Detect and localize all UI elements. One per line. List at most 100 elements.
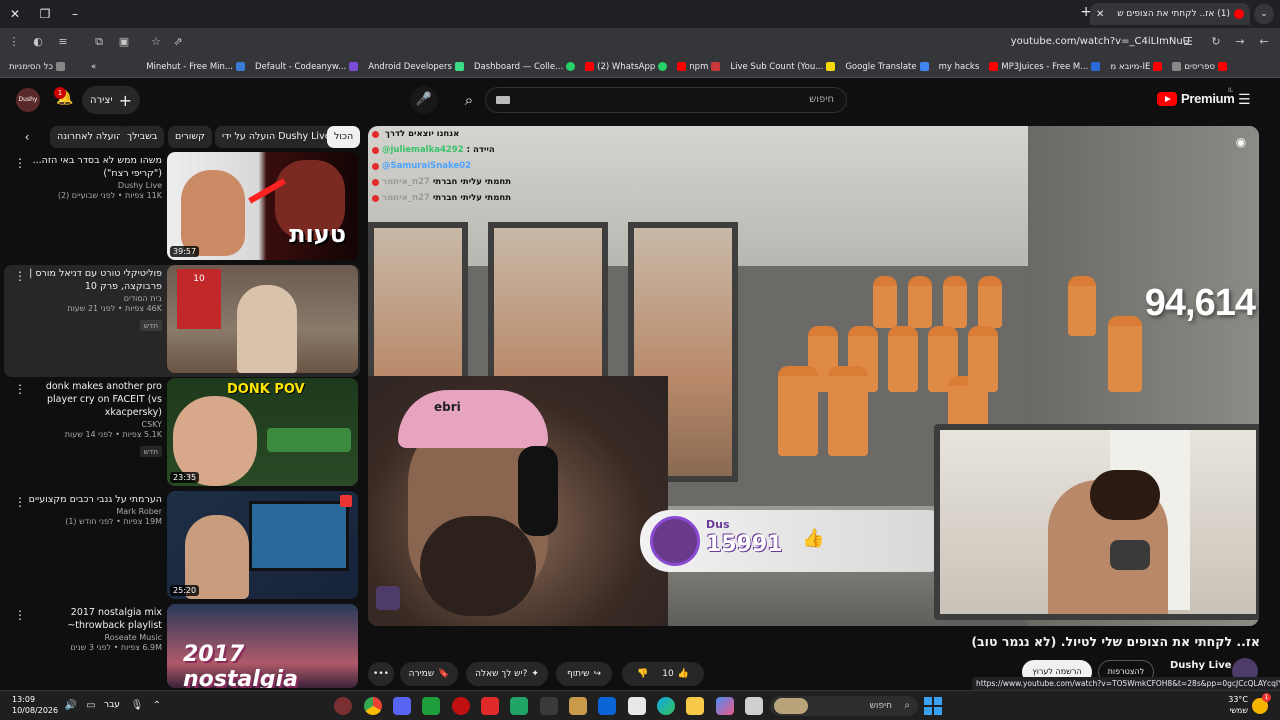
app-game-icon[interactable] <box>452 697 470 715</box>
more-actions-button[interactable]: ••• <box>368 662 394 686</box>
list-item[interactable]: ⋮ משהו ממש לא בסדר באי הזה... ("קריפי רצ… <box>4 152 360 264</box>
app-box-icon[interactable] <box>569 697 587 715</box>
list-item[interactable]: ⋮ פוליטיקלי טורט עם דניאל מורס | פרבוקצה… <box>4 265 360 377</box>
chip-all[interactable]: הכול <box>327 126 361 148</box>
media-controls-icon[interactable]: ≡ <box>55 34 71 50</box>
taskbar-search[interactable]: חיפוש ⌕ <box>770 696 918 716</box>
weather-widget[interactable]: 33°C שמשי <box>1222 694 1248 716</box>
window-restore-icon[interactable]: ❐ <box>36 5 54 23</box>
channel-name[interactable]: בית הסודים <box>26 294 162 303</box>
clock[interactable]: 13:09 10/08/2026 <box>12 694 58 716</box>
app-copilot-icon[interactable] <box>716 697 734 715</box>
chip-scroll-left-icon[interactable]: ‹ <box>18 128 36 146</box>
channel-name-main[interactable]: Dushy Live <box>1170 660 1232 671</box>
bookmark-item[interactable]: מיובא מ-IE <box>1105 62 1167 72</box>
forward-icon[interactable]: → <box>1232 34 1248 50</box>
app-store-icon[interactable] <box>628 697 646 715</box>
video-thumbnail[interactable]: 2017 nostalgia <box>167 604 358 688</box>
extension-badge-icon[interactable]: ▣ <box>116 34 132 50</box>
input-language[interactable]: עבר <box>104 700 120 710</box>
chip-recent[interactable]: הועלה לאחרונה <box>50 126 130 148</box>
more-actions-icon[interactable]: ⋮ <box>14 269 26 283</box>
video-thumbnail[interactable]: DONK POV 23:35 <box>167 378 358 486</box>
channel-name[interactable]: CSKY <box>26 420 162 429</box>
more-actions-icon[interactable]: ⋮ <box>14 495 26 509</box>
address-bar[interactable]: youtube.com/watch?v=_C4iLImNuU <box>970 32 1190 52</box>
microphone-tray-icon[interactable]: 🎙 <box>130 699 144 713</box>
search-icon[interactable]: ⌕ <box>455 86 483 114</box>
bookmark-item[interactable]: my hacks <box>934 62 985 72</box>
app-excel-icon[interactable] <box>510 697 528 715</box>
bookmark-item[interactable]: Android Developers <box>363 62 469 72</box>
channel-name[interactable]: Roseate Music <box>26 633 162 642</box>
voice-search-icon[interactable]: 🎤 <box>410 86 438 114</box>
bookmark-item[interactable]: (2) WhatsApp <box>580 62 672 72</box>
like-icon[interactable]: 👍 <box>678 669 689 679</box>
list-item[interactable]: ⋮ הערמתי על גנבי רכבים מקצועיים Mark Rob… <box>4 491 360 603</box>
browser-tab-active[interactable]: (1) אז.. לקחתי את הצופים ש ✕ <box>1090 3 1250 25</box>
network-icon[interactable]: ▭ <box>84 699 98 713</box>
chip-related[interactable]: קשורים <box>168 126 212 148</box>
video-title[interactable]: 2017 nostalgia mix ~throwback playlist <box>26 606 162 632</box>
browser-menu-icon[interactable]: ⋮ <box>6 34 22 50</box>
channel-watermark-icon[interactable] <box>376 586 400 610</box>
app-outlook-icon[interactable] <box>598 697 616 715</box>
tab-search-icon[interactable]: ⌄ <box>1254 4 1274 24</box>
app-riot-icon[interactable] <box>481 697 499 715</box>
bookmark-item[interactable]: Google Translate <box>840 62 933 72</box>
list-item[interactable]: ⋮ 2017 nostalgia mix ~throwback playlist… <box>4 604 360 688</box>
bookmark-item[interactable]: Live Sub Count (You... <box>725 62 840 72</box>
youtube-premium-logo[interactable]: Premium <box>1157 91 1235 106</box>
guide-menu-icon[interactable]: ☰ <box>1238 92 1254 108</box>
list-item[interactable]: ⋮ donk makes another pro player cry on F… <box>4 378 360 490</box>
more-actions-icon[interactable]: ⋮ <box>14 156 26 170</box>
app-snipping-icon[interactable] <box>745 697 763 715</box>
ask-button[interactable]: יש לך שאלה? ✦ <box>466 662 548 686</box>
tray-overflow-icon[interactable]: ⌃ <box>150 699 164 713</box>
reload-icon[interactable]: ↻ <box>1208 34 1224 50</box>
channel-name[interactable]: Dushy Live <box>26 181 162 190</box>
extensions-icon[interactable]: ⧉ <box>91 34 107 50</box>
create-button[interactable]: יצירה + <box>82 86 140 114</box>
bookmark-item[interactable]: Dashboard — Colle... <box>469 62 580 72</box>
video-title[interactable]: משהו ממש לא בסדר באי הזה... ("קריפי רצח"… <box>26 154 162 180</box>
keyboard-icon[interactable] <box>496 96 510 104</box>
profile-icon[interactable]: ◐ <box>30 34 46 50</box>
channel-name[interactable]: Mark Rober <box>26 507 162 516</box>
dislike-icon[interactable]: 👎 <box>637 669 648 679</box>
ambient-mode-icon[interactable]: ◉ <box>1233 134 1249 150</box>
more-actions-icon[interactable]: ⋮ <box>14 608 26 622</box>
bookmark-star-icon[interactable]: ☆ <box>148 34 164 50</box>
bookmarks-overflow-icon[interactable]: « <box>86 62 101 72</box>
bookmark-item[interactable]: Default - Codeanyw... <box>250 62 363 72</box>
bookmark-item[interactable]: ספריסים <box>1167 62 1232 72</box>
search-input[interactable]: חיפוש <box>485 87 847 113</box>
more-actions-icon[interactable]: ⋮ <box>14 382 26 396</box>
video-title[interactable]: donk makes another pro player cry on FAC… <box>26 380 162 419</box>
volume-icon[interactable]: 🔊 <box>64 699 78 713</box>
bookmark-item[interactable]: MP3Juices - Free M... <box>984 62 1105 72</box>
bookmark-item[interactable]: כל הסימניות <box>4 62 70 72</box>
video-title[interactable]: הערמתי על גנבי רכבים מקצועיים <box>26 493 162 506</box>
chip-for-you[interactable]: בשבילך <box>120 126 165 148</box>
video-title[interactable]: פוליטיקלי טורט עם דניאל מורס | פרבוקצה, … <box>26 267 162 293</box>
save-button[interactable]: שמירה 🔖 <box>400 662 458 686</box>
account-avatar[interactable]: Dushy <box>16 88 40 112</box>
windows-start-icon[interactable] <box>924 697 942 715</box>
video-thumbnail[interactable]: 10 <box>167 265 358 373</box>
app-edge-icon[interactable] <box>657 697 675 715</box>
video-thumbnail[interactable]: 25:20 <box>167 491 358 599</box>
share-button[interactable]: שיתוף ↪ <box>556 662 612 686</box>
app-android-studio-icon[interactable] <box>422 697 440 715</box>
bookmark-item[interactable]: npm <box>672 62 725 72</box>
back-icon[interactable]: ← <box>1256 34 1272 50</box>
window-minimize-icon[interactable]: – <box>66 5 84 23</box>
chip-by-uploader[interactable]: הועלה על ידי Dushy Live <box>215 126 338 148</box>
app-steam-icon[interactable] <box>334 697 352 715</box>
app-chrome-icon[interactable] <box>364 697 382 715</box>
video-player[interactable]: אנחנו יוצאים לדרך @juliemalka4292: היידה … <box>368 126 1259 626</box>
site-settings-icon[interactable]: ☰ <box>1180 34 1196 50</box>
tab-close-icon[interactable]: ✕ <box>1096 9 1104 20</box>
bookmark-item[interactable]: Minehut - Free Min... <box>141 62 250 72</box>
app-discord-icon[interactable] <box>393 697 411 715</box>
